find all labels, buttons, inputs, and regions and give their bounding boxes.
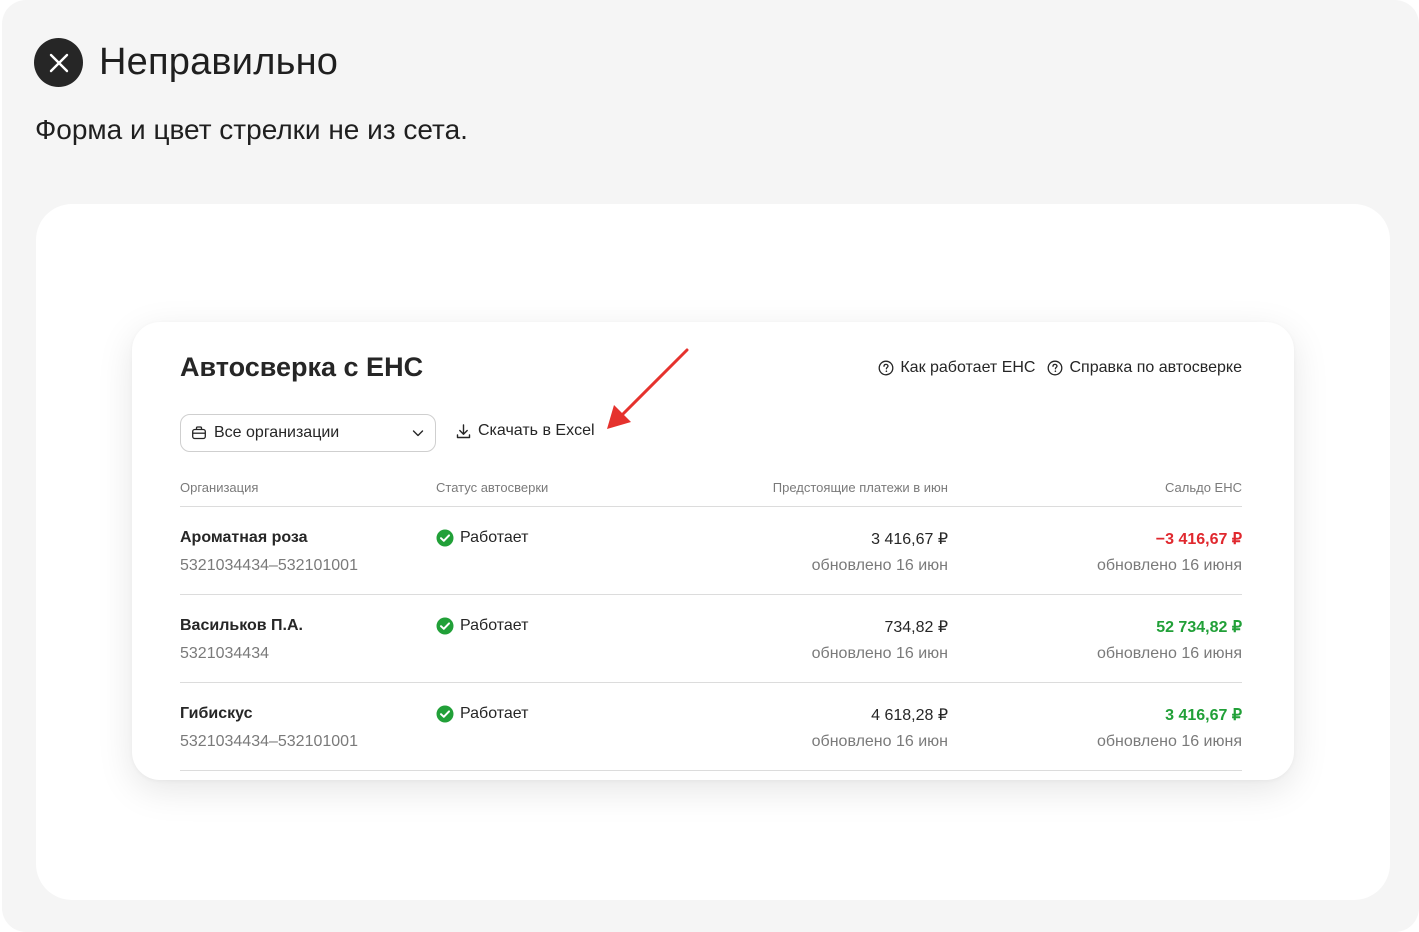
download-excel-label: Скачать в Excel bbox=[478, 422, 595, 439]
payment-amount: 4 618,28 ₽ bbox=[871, 707, 948, 724]
question-circle-icon bbox=[1048, 360, 1063, 376]
organization-select[interactable]: Все организации bbox=[180, 414, 436, 452]
verdict-title: Неправильно bbox=[99, 41, 339, 83]
table-row[interactable]: Васильков П.А. 5321034434 Работает 734,8… bbox=[180, 595, 1242, 683]
table-row[interactable]: Ароматная роза 5321034434–532101001 Рабо… bbox=[180, 507, 1242, 595]
column-status: Статус автосверки bbox=[436, 480, 549, 495]
saldo-updated: обновлено 16 июня bbox=[1096, 733, 1242, 750]
chevron-down-icon bbox=[412, 430, 424, 437]
autosverka-card: Автосверка с ЕНС Как работает ЕНС Справк… bbox=[132, 322, 1294, 780]
status-badge: Работает bbox=[436, 617, 529, 635]
saldo-updated: обновлено 16 июня bbox=[1096, 645, 1242, 662]
organization-inn: 5321034434 bbox=[180, 645, 269, 662]
organization-inn: 5321034434–532101001 bbox=[180, 557, 358, 574]
payment-amount: 3 416,67 ₽ bbox=[871, 531, 948, 548]
check-circle-icon bbox=[436, 617, 454, 635]
payment-updated: обновлено 16 июн bbox=[811, 645, 948, 662]
status-badge: Работает bbox=[436, 705, 529, 723]
organization-select-value: Все организации bbox=[214, 424, 340, 441]
status-badge: Работает bbox=[436, 529, 529, 547]
download-excel-button[interactable]: Скачать в Excel bbox=[455, 422, 595, 440]
divider bbox=[180, 770, 1242, 771]
question-circle-icon bbox=[878, 360, 894, 376]
table-row[interactable]: Гибискус 5321034434–532101001 Работает 4… bbox=[180, 683, 1242, 771]
help-links: Как работает ЕНС Справка по автосверке bbox=[878, 359, 1242, 377]
status-label: Работает bbox=[460, 705, 529, 722]
verdict-description: Форма и цвет стрелки не из сета. bbox=[35, 114, 468, 145]
saldo-amount: −3 416,67 ₽ bbox=[1155, 531, 1242, 548]
saldo-amount: 3 416,67 ₽ bbox=[1165, 707, 1242, 724]
payment-amount: 734,82 ₽ bbox=[884, 619, 948, 636]
verdict-header: Неправильно bbox=[34, 38, 338, 87]
help-link-autosverka[interactable]: Справка по автосверке bbox=[1047, 359, 1242, 377]
download-icon bbox=[456, 423, 471, 438]
saldo-amount: 52 734,82 ₽ bbox=[1156, 619, 1242, 636]
help-link-label: Справка по автосверке bbox=[1069, 359, 1242, 376]
example-panel: Неправильно Форма и цвет стрелки не из с… bbox=[2, 0, 1419, 932]
payment-updated: обновлено 16 июн bbox=[811, 733, 948, 750]
organization-inn: 5321034434–532101001 bbox=[180, 733, 358, 750]
help-link-ens[interactable]: Как работает ЕНС bbox=[878, 359, 1035, 377]
payment-updated: обновлено 16 июн bbox=[811, 557, 948, 574]
card-title: Автосверка с ЕНС bbox=[180, 352, 424, 382]
organization-name: Ароматная роза bbox=[180, 529, 308, 546]
column-saldo: Сальдо ЕНС bbox=[1165, 480, 1242, 495]
close-icon bbox=[34, 38, 83, 87]
column-organization: Организация bbox=[180, 480, 259, 495]
table-header: Организация Статус автосверки Предстоящи… bbox=[180, 480, 1242, 506]
saldo-updated: обновлено 16 июня bbox=[1096, 557, 1242, 574]
column-payments: Предстоящие платежи в июн bbox=[772, 480, 948, 495]
status-label: Работает bbox=[460, 617, 529, 634]
organization-name: Васильков П.А. bbox=[180, 617, 303, 634]
help-link-label: Как работает ЕНС bbox=[900, 359, 1036, 376]
status-label: Работает bbox=[460, 529, 529, 546]
briefcase-icon bbox=[192, 426, 206, 440]
example-canvas: Автосверка с ЕНС Как работает ЕНС Справк… bbox=[36, 204, 1390, 900]
check-circle-icon bbox=[436, 705, 454, 723]
organization-name: Гибискус bbox=[180, 705, 253, 722]
check-circle-icon bbox=[436, 529, 454, 547]
